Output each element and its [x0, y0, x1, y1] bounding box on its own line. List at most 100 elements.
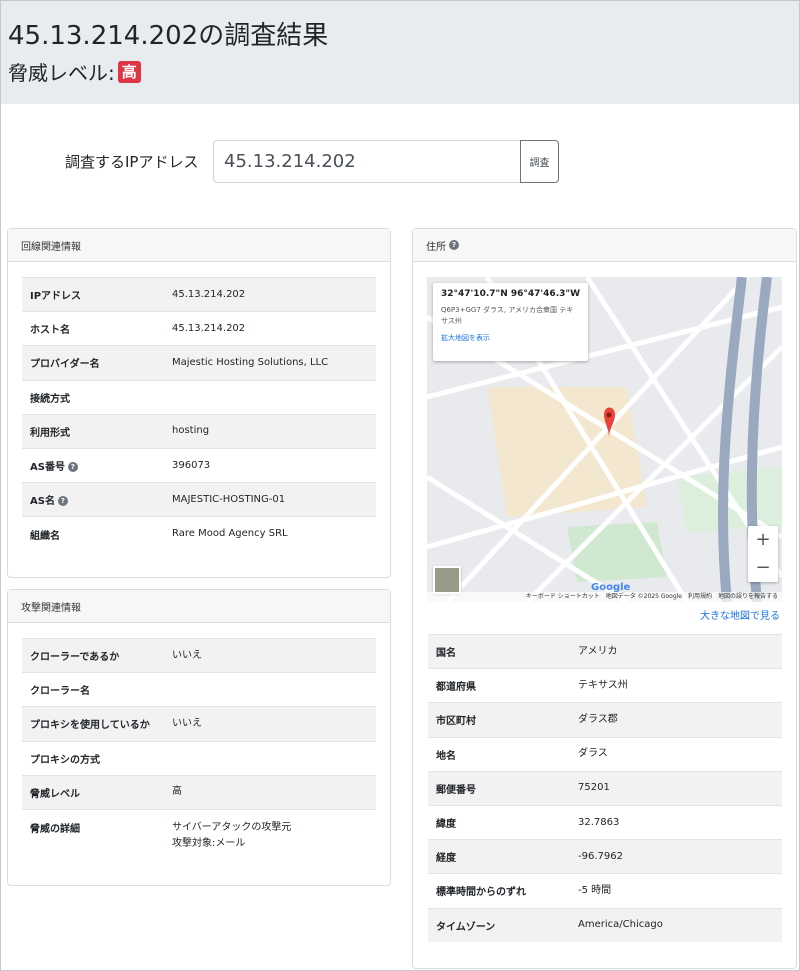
table-row: ホスト名 45.13.214.202 — [22, 311, 376, 346]
table-row: 市区町村 ダラス郡 — [428, 702, 782, 738]
table-row: AS名? MAJESTIC-HOSTING-01 — [22, 482, 376, 517]
satellite-toggle[interactable] — [433, 566, 461, 594]
table-row: IPアドレス 45.13.214.202 — [22, 276, 376, 312]
row-value: hosting — [164, 413, 376, 449]
row-value — [164, 379, 376, 415]
row-key: 組織名 — [22, 516, 164, 551]
table-row: 脅威の詳細 サイバーアタックの攻撃元 攻撃対象:メール — [22, 808, 376, 860]
zoom-controls: + − — [748, 526, 778, 582]
map-coordinates: 32°47'10.7"N 96°47'46.3"W — [441, 289, 580, 299]
table-row: プロバイダー名 Majestic Hosting Solutions, LLC — [22, 345, 376, 381]
table-row: 経度 -96.7962 — [428, 839, 782, 874]
row-key: AS番号? — [22, 447, 164, 483]
row-key: 脅威レベル — [22, 774, 164, 810]
row-key: 市区町村 — [428, 702, 570, 738]
attack-info-table: クローラーであるか いいえ クローラー名 プロキシを使用しているか いいえ プロキシ… — [22, 637, 376, 860]
page-header: 45.13.214.202の調査結果 脅威レベル: 高 — [1, 1, 799, 104]
table-row: 地名 ダラス — [428, 736, 782, 772]
row-value: ダラス郡 — [570, 702, 782, 738]
row-value: 396073 — [164, 447, 376, 483]
table-row: 都道府県 テキサス州 — [428, 668, 782, 703]
threat-detail-line-2: 攻撃対象:メール — [172, 837, 246, 849]
ip-search-input[interactable] — [213, 140, 521, 183]
row-value: いいえ — [164, 706, 376, 742]
row-value — [164, 740, 376, 776]
row-key: ホスト名 — [22, 311, 164, 346]
map-info-popup: 32°47'10.7"N 96°47'46.3"W Q6P3+GG7 ダラス, … — [433, 283, 588, 361]
row-key: 国名 — [428, 633, 570, 669]
search-label: 調査するIPアドレス — [65, 153, 199, 171]
table-row: 標準時間からのずれ -5 時間 — [428, 873, 782, 908]
view-larger-map-link[interactable]: 大きな地図で見る — [700, 607, 780, 622]
row-key: 接続方式 — [22, 379, 164, 415]
table-row: 接続方式 — [22, 379, 376, 415]
threat-level-badge: 高 — [117, 60, 141, 83]
table-row: AS番号? 396073 — [22, 447, 376, 483]
row-key: 標準時間からのずれ — [428, 873, 570, 908]
table-row: プロキシの方式 — [22, 740, 376, 776]
row-value: Majestic Hosting Solutions, LLC — [164, 345, 376, 381]
zoom-out-button[interactable]: − — [748, 554, 778, 582]
table-row: クローラーであるか いいえ — [22, 637, 376, 673]
table-row: 組織名 Rare Mood Agency SRL — [22, 516, 376, 551]
row-key: 地名 — [428, 736, 570, 772]
table-row: 郵便番号 75201 — [428, 770, 782, 806]
row-key: クローラー名 — [22, 672, 164, 707]
table-row: 脅威レベル高 — [22, 774, 376, 810]
row-key: 脅威の詳細 — [22, 808, 164, 860]
search-button[interactable]: 調査 — [520, 140, 559, 183]
threat-level-label: 脅威レベル: — [8, 61, 115, 85]
address-title: 住所 — [426, 241, 446, 253]
map-address: Q6P3+GG7 ダラス, アメリカ合衆国 テキサス州 — [441, 306, 574, 325]
row-value: Rare Mood Agency SRL — [164, 516, 376, 551]
row-key: IPアドレス — [22, 276, 164, 312]
row-value: -96.7962 — [570, 839, 782, 874]
row-key: 経度 — [428, 839, 570, 874]
row-value: アメリカ — [570, 633, 782, 669]
row-key: 利用形式 — [22, 413, 164, 449]
attack-info-header: 攻撃関連情報 — [8, 590, 390, 623]
table-row: 利用形式 hosting — [22, 413, 376, 449]
row-value: 45.13.214.202 — [164, 311, 376, 346]
threat-detail-line-1: サイバーアタックの攻撃元 — [172, 821, 292, 833]
row-value: 高 — [164, 774, 376, 810]
row-key: プロキシの方式 — [22, 740, 164, 776]
row-value: MAJESTIC-HOSTING-01 — [164, 482, 376, 517]
page-title: 45.13.214.202の調査結果 — [8, 21, 329, 51]
table-row: プロキシを使用しているか いいえ — [22, 706, 376, 742]
as-number-label: AS番号 — [30, 462, 65, 474]
google-map[interactable]: 32°47'10.7"N 96°47'46.3"W Q6P3+GG7 ダラス, … — [427, 277, 782, 602]
zoom-in-button[interactable]: + — [748, 526, 778, 554]
line-info-header: 回線関連情報 — [8, 229, 390, 262]
row-value — [164, 672, 376, 707]
row-value: 45.13.214.202 — [164, 276, 376, 312]
help-icon[interactable]: ? — [67, 462, 78, 473]
as-name-label: AS名 — [30, 496, 55, 508]
row-key: クローラーであるか — [22, 637, 164, 673]
table-row: 緯度 32.7863 — [428, 804, 782, 840]
help-icon[interactable]: ? — [449, 240, 459, 250]
row-value: いいえ — [164, 637, 376, 673]
row-key: タイムゾーン — [428, 907, 570, 943]
address-info-header: 住所? — [413, 229, 796, 262]
row-value: -5 時間 — [570, 873, 782, 908]
map-footer: キーボード ショートカット 地図データ ©2025 Google 利用規約 地図… — [427, 592, 782, 602]
line-info-table: IPアドレス 45.13.214.202 ホスト名 45.13.214.202 プロ… — [22, 276, 376, 551]
row-key: 緯度 — [428, 804, 570, 840]
table-row: タイムゾーン America/Chicago — [428, 907, 782, 943]
row-value: テキサス州 — [570, 668, 782, 703]
help-icon[interactable]: ? — [57, 496, 68, 507]
row-value: サイバーアタックの攻撃元 攻撃対象:メール — [164, 808, 376, 860]
address-info-table: 国名 アメリカ 都道府県 テキサス州 市区町村 ダラス郡 地名 ダラス 郵便番号 7520… — [428, 633, 782, 943]
row-key: プロキシを使用しているか — [22, 706, 164, 742]
row-key: 都道府県 — [428, 668, 570, 703]
map-enlarge-link[interactable]: 拡大地図を表示 — [441, 333, 580, 343]
row-key: プロバイダー名 — [22, 345, 164, 381]
row-value: America/Chicago — [570, 907, 782, 943]
table-row: 国名 アメリカ — [428, 633, 782, 669]
row-key: 郵便番号 — [428, 770, 570, 806]
table-row: クローラー名 — [22, 672, 376, 707]
row-value: ダラス — [570, 736, 782, 772]
row-value: 32.7863 — [570, 804, 782, 840]
row-value: 75201 — [570, 770, 782, 806]
